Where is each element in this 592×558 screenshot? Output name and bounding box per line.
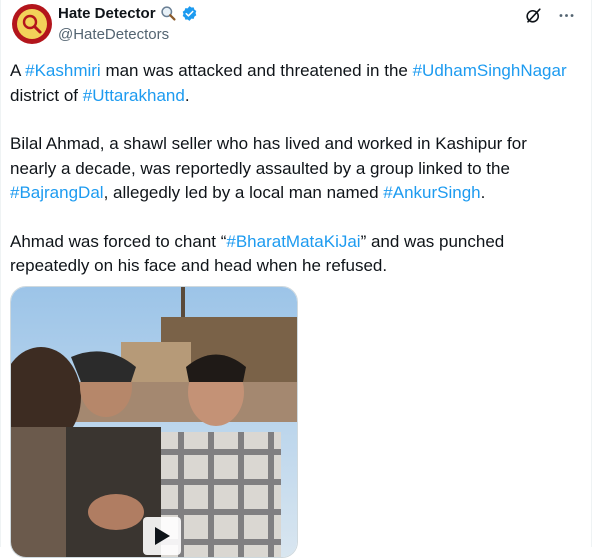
text-segment: . [480,183,486,202]
handle[interactable]: @HateDetectors [58,26,169,43]
magnifier-logo-icon [22,14,42,34]
left-border [0,0,1,547]
hashtag-bajrangdal[interactable]: #BajrangDal [10,183,104,202]
play-icon [155,527,170,545]
hashtag-uttarakhand[interactable]: #Uttarakhand [83,86,185,105]
more-icon[interactable] [557,6,576,25]
hashtag-udhamsinghnagar[interactable]: #UdhamSinghNagar [413,61,567,80]
hashtag-kashmiri[interactable]: #Kashmiri [25,61,101,80]
text-segment: . [184,85,190,105]
display-name[interactable]: Hate Detector [58,5,156,22]
tweet-header: Hate Detector @HateDetectors [12,4,580,48]
grok-icon[interactable] [524,6,543,25]
video-thumbnail[interactable] [10,286,298,558]
tweet-paragraph-3: Ahmad was forced to chant “#BharatMataKi… [10,230,570,279]
text-segment: man was attacked and threatened in the [100,61,413,80]
tweet-paragraph-1: A #Kashmiri man was attacked and threate… [10,59,570,108]
text-segment: , allegedly led by a local man named [103,183,384,202]
avatar-logo [17,9,47,39]
text-segment: A [10,61,26,80]
verified-badge-icon[interactable] [181,5,198,22]
text-segment: Ahmad was forced to chant “ [10,231,227,251]
hashtag-ankursingh[interactable]: #AnkurSingh [383,183,480,202]
play-button[interactable] [143,517,181,555]
hashtag-bharatmatakijai[interactable]: #BharatMataKiJai [226,232,360,251]
text-segment: district of [10,85,83,105]
text-segment: Bilal Ahmad, a shawl seller who has live… [10,134,527,178]
magnifying-glass-icon [160,6,176,21]
tweet-paragraph-2: Bilal Ahmad, a shawl seller who has live… [10,132,570,206]
avatar[interactable] [12,4,52,44]
name-row: Hate Detector [58,5,198,22]
top-actions [524,6,576,25]
tweet-text: A #Kashmiri man was attacked and threate… [10,59,570,303]
